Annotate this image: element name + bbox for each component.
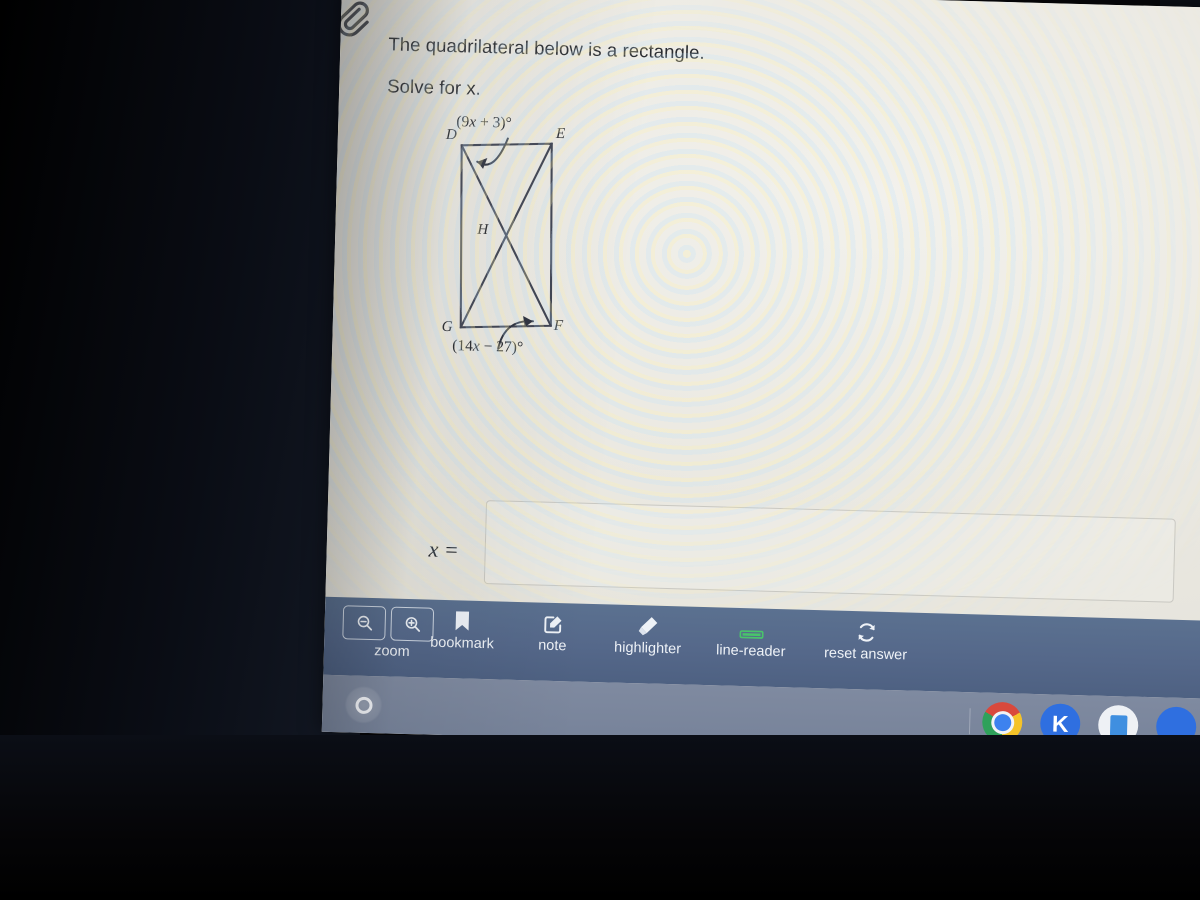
highlighter-tool[interactable]: highlighter: [613, 611, 682, 658]
vertex-label-e: E: [555, 125, 566, 143]
angle-label-bottom: (14x − 27)°: [452, 337, 524, 357]
reset-answer-label: reset answer: [823, 645, 908, 664]
docs-sheet-glyph: [1109, 714, 1128, 736]
photo-of-laptop-screen: The quadrilateral below is a rectangle. …: [0, 0, 1200, 900]
vertex-label-f: F: [553, 317, 564, 335]
answer-label: x =: [428, 536, 460, 563]
vertex-label-g: G: [441, 318, 453, 336]
vertex-label-h: H: [477, 221, 489, 239]
magnifier-minus-icon: [357, 615, 372, 631]
bookmark-icon: [455, 611, 470, 631]
zoom-control-group: [342, 605, 435, 642]
highlighter-label: highlighter: [613, 639, 682, 658]
question-line-2: Solve for x.: [386, 75, 482, 99]
note-icon-wrap: [542, 609, 564, 636]
laptop-bezel-bottom: [0, 735, 1200, 900]
reset-icon-wrap: [855, 617, 878, 644]
magnifier-plus-icon: [405, 617, 420, 632]
highlighter-icon: [638, 617, 658, 636]
note-label: note: [537, 637, 567, 655]
shelf-separator: [968, 708, 971, 735]
reset-answer-tool[interactable]: reset answer: [823, 616, 908, 664]
zoom-in-button[interactable]: [390, 606, 435, 642]
launcher-button[interactable]: [344, 685, 384, 725]
bookmark-icon-wrap: [454, 606, 472, 632]
note-pencil-icon: [543, 616, 562, 634]
vertex-label-d: D: [445, 126, 458, 144]
zoom-out-button[interactable]: [342, 605, 387, 641]
laptop-screen: The quadrilateral below is a rectangle. …: [321, 0, 1200, 756]
line-reader-icon-wrap: [739, 614, 764, 641]
answer-row: x =: [422, 486, 1184, 603]
line-reader-label: line-reader: [715, 642, 786, 661]
bookmark-label: bookmark: [430, 634, 495, 653]
geometry-figure: (9x + 3)° D E H G F (14x − 27)°: [427, 113, 634, 380]
highlighter-icon-wrap: [636, 611, 660, 638]
zoom-label: zoom: [374, 643, 410, 661]
line-reader-icon: [739, 630, 764, 639]
bookmark-tool[interactable]: bookmark: [430, 606, 495, 653]
line-reader-tool[interactable]: line-reader: [716, 613, 787, 660]
refresh-icon: [858, 623, 875, 642]
launcher-circle-icon: [354, 696, 373, 714]
note-tool[interactable]: note: [537, 609, 567, 655]
